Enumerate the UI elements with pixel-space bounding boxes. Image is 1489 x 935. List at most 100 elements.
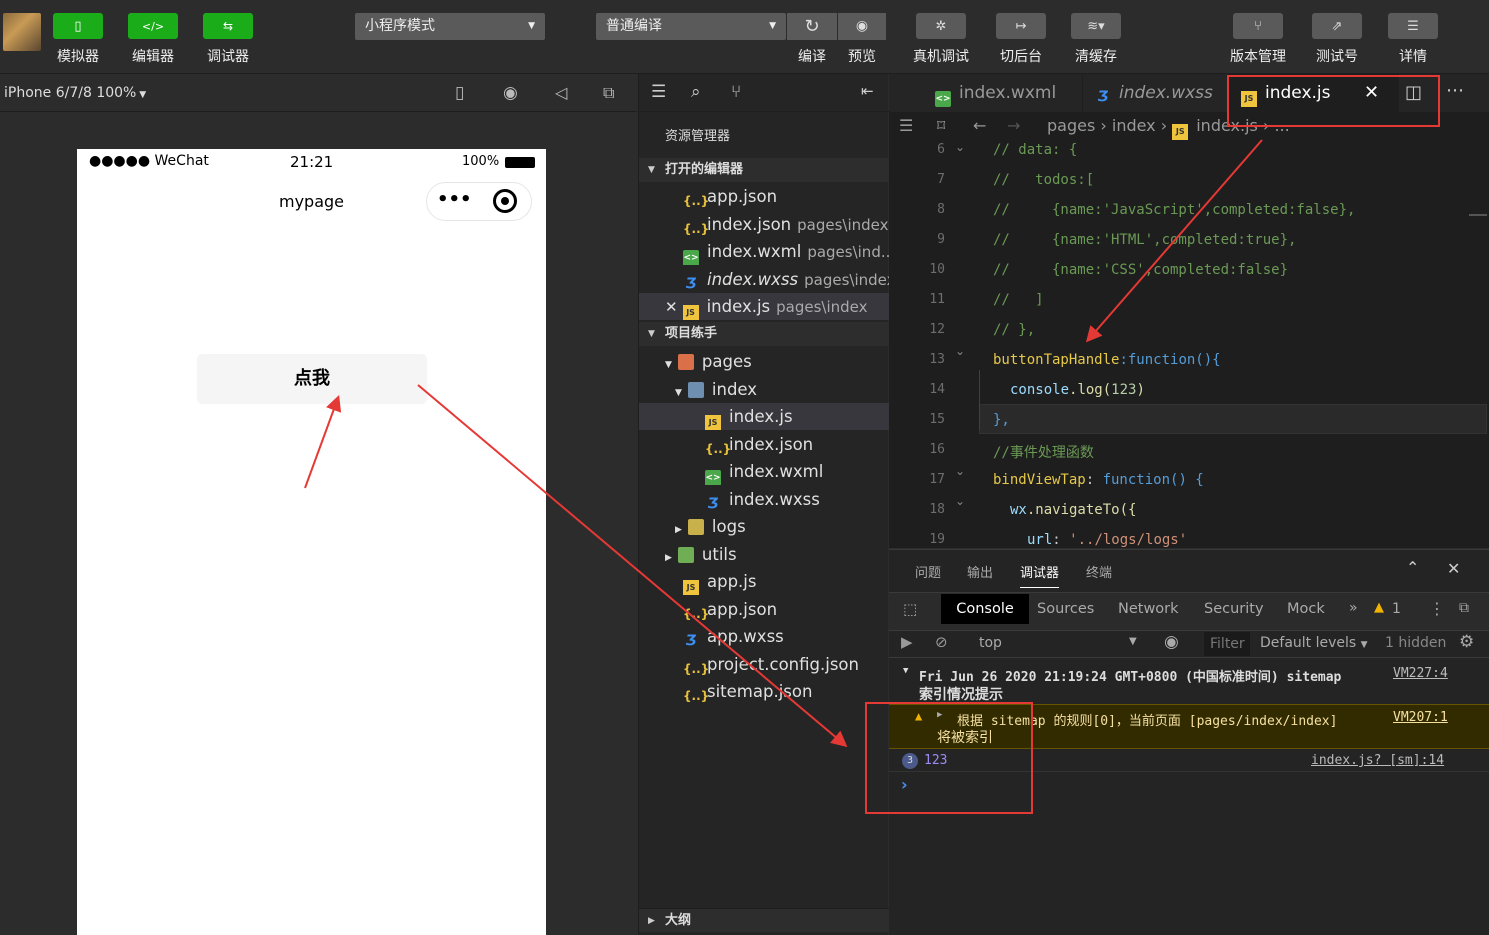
source-link[interactable]: VM227:4: [1393, 666, 1448, 681]
speaker-icon[interactable]: ◁: [555, 74, 567, 112]
tree-file[interactable]: {..}project.config.json: [639, 651, 889, 678]
window-icon[interactable]: ⧉: [603, 74, 614, 112]
sidebar-toggle-icon[interactable]: ▶︎: [901, 633, 913, 651]
simulator-button[interactable]: ▯: [53, 13, 103, 39]
debugger-button[interactable]: ⇆: [203, 13, 253, 39]
close-panel-icon[interactable]: ✕: [1447, 559, 1460, 578]
inspect-icon[interactable]: ⬚: [903, 600, 917, 618]
code-token: 123: [1111, 382, 1137, 398]
app-avatar[interactable]: [3, 13, 41, 51]
record-icon[interactable]: ◉: [503, 74, 518, 112]
tree-file[interactable]: {..}sitemap.json: [639, 678, 889, 705]
chevron-down-icon[interactable]: ▼: [903, 666, 908, 676]
mode-select[interactable]: 小程序模式 ▼: [355, 13, 545, 40]
tab-label: index.wxml: [959, 83, 1057, 103]
tree-file[interactable]: <> index.wxml: [639, 458, 889, 485]
scrollbar-marker[interactable]: [1469, 214, 1487, 216]
back-icon[interactable]: ←: [973, 112, 986, 140]
editor-button[interactable]: </>: [128, 13, 178, 39]
more-actions-icon[interactable]: ⋯: [1446, 80, 1464, 101]
search-icon[interactable]: ⌕: [691, 82, 701, 102]
filter-input[interactable]: Filter: [1204, 632, 1250, 656]
open-editors-section[interactable]: ▼ 打开的编辑器: [639, 158, 889, 182]
caret-down-icon: ▼: [769, 21, 776, 31]
open-editor-item[interactable]: <> index.wxml pages\ind...: [639, 238, 889, 265]
wxss-file-icon: Ʒ: [707, 496, 719, 512]
compile-select[interactable]: 普通编译 ▼: [596, 13, 786, 40]
open-editor-item[interactable]: Ʒindex.wxss pages\index: [639, 266, 889, 293]
devtab-sources[interactable]: Sources: [1037, 594, 1094, 624]
tree-file[interactable]: JS app.js: [639, 568, 889, 595]
tree-folder[interactable]: ▼ index: [639, 376, 889, 403]
project-section[interactable]: ▼ 项目练手: [639, 322, 889, 346]
caret-down-icon: ▼: [1129, 636, 1137, 647]
compile-button[interactable]: ↻: [787, 13, 837, 40]
version-label: 版本管理: [1230, 49, 1286, 65]
backend-button[interactable]: ↦: [996, 13, 1046, 39]
tree-folder[interactable]: ▶ logs: [639, 513, 889, 540]
device-debug-button[interactable]: ✲: [916, 13, 966, 39]
devtab-network[interactable]: Network: [1118, 594, 1179, 624]
dock-icon[interactable]: ⧉: [1459, 600, 1469, 616]
status-carrier: ●●●●● WeChat: [89, 153, 209, 169]
version-button[interactable]: ⑂: [1233, 13, 1283, 39]
line-number: 15: [929, 412, 945, 427]
tree-file[interactable]: Ʒapp.wxss: [639, 623, 889, 650]
forward-icon[interactable]: →: [1007, 112, 1020, 140]
open-editor-item-active[interactable]: ✕ JS index.js pages\index: [639, 293, 889, 320]
devtab-security[interactable]: Security: [1204, 594, 1264, 624]
list-icon[interactable]: ☰: [899, 112, 913, 140]
preview-button[interactable]: ◉: [838, 13, 886, 40]
bookmark-icon[interactable]: ⌑: [937, 112, 945, 140]
tap-me-button[interactable]: 点我: [197, 354, 427, 404]
tree-file[interactable]: Ʒindex.wxss: [639, 486, 889, 513]
source-link[interactable]: VM207:1: [1393, 710, 1448, 725]
line-number: 6: [937, 142, 945, 157]
phone-icon[interactable]: ▯: [455, 74, 464, 112]
code-line: console.log(123): [1010, 382, 1145, 398]
close-icon[interactable]: ✕: [665, 298, 678, 316]
tab-index-wxss[interactable]: Ʒindex.wxss: [1083, 74, 1229, 112]
kebab-icon[interactable]: ⋮: [1429, 599, 1445, 618]
code-editor[interactable]: 6 7 8 9 10 11 12 13 14 15 16 17 18 19 ⌄ …: [889, 140, 1489, 548]
tab-output[interactable]: 输出: [967, 562, 993, 581]
devtab-mock[interactable]: Mock: [1287, 594, 1325, 624]
tab-problems[interactable]: 问题: [915, 562, 941, 581]
tab-debugger[interactable]: 调试器: [1020, 562, 1060, 588]
list-icon[interactable]: ☰: [651, 82, 666, 102]
details-button[interactable]: ☰: [1388, 13, 1438, 39]
collapse-icon[interactable]: ⇤: [861, 82, 874, 100]
tab-index-wxml[interactable]: <> index.wxml: [923, 74, 1083, 112]
tree-file[interactable]: {..}app.json: [639, 596, 889, 623]
fold-icon[interactable]: ⌄: [955, 494, 965, 508]
line-number: 16: [929, 442, 945, 457]
tree-file-active[interactable]: JS index.js: [639, 403, 889, 430]
git-icon[interactable]: ⑂: [731, 82, 741, 102]
file-path: pages\ind...: [807, 243, 889, 261]
close-capsule-icon[interactable]: [493, 189, 517, 213]
clear-console-icon[interactable]: ⊘: [935, 633, 948, 651]
outline-section[interactable]: ▶ 大纲: [639, 908, 889, 932]
open-editor-item[interactable]: {..}app.json: [639, 183, 889, 210]
more-icon[interactable]: •••: [437, 189, 472, 210]
levels-select[interactable]: Default levels ▼: [1260, 635, 1368, 651]
clear-cache-button[interactable]: ≋▾: [1071, 13, 1121, 39]
fold-icon[interactable]: ⌄: [955, 344, 965, 358]
fold-icon[interactable]: ⌄: [955, 464, 965, 478]
tree-file[interactable]: {..}index.json: [639, 431, 889, 458]
fold-icon[interactable]: ⌄: [955, 140, 965, 154]
eye-icon[interactable]: ◉: [1164, 632, 1179, 652]
open-editor-item[interactable]: {..}index.json pages\index: [639, 211, 889, 238]
source-link[interactable]: index.js? [sm]:14: [1311, 753, 1444, 768]
settings-gear-icon[interactable]: ⚙: [1459, 632, 1474, 652]
devtab-console[interactable]: Console: [941, 594, 1029, 624]
tree-folder[interactable]: ▼ pages: [639, 348, 889, 375]
tree-folder[interactable]: ▶ utils: [639, 541, 889, 568]
context-select[interactable]: top: [979, 635, 1002, 651]
line-number: 9: [937, 232, 945, 247]
device-select[interactable]: iPhone 6/7/8 100%: [4, 85, 136, 101]
chevron-up-icon[interactable]: ⌃: [1406, 558, 1419, 577]
more-tabs-icon[interactable]: »: [1349, 600, 1358, 616]
tab-terminal[interactable]: 终端: [1086, 562, 1112, 581]
test-account-button[interactable]: ⇗: [1312, 13, 1362, 39]
